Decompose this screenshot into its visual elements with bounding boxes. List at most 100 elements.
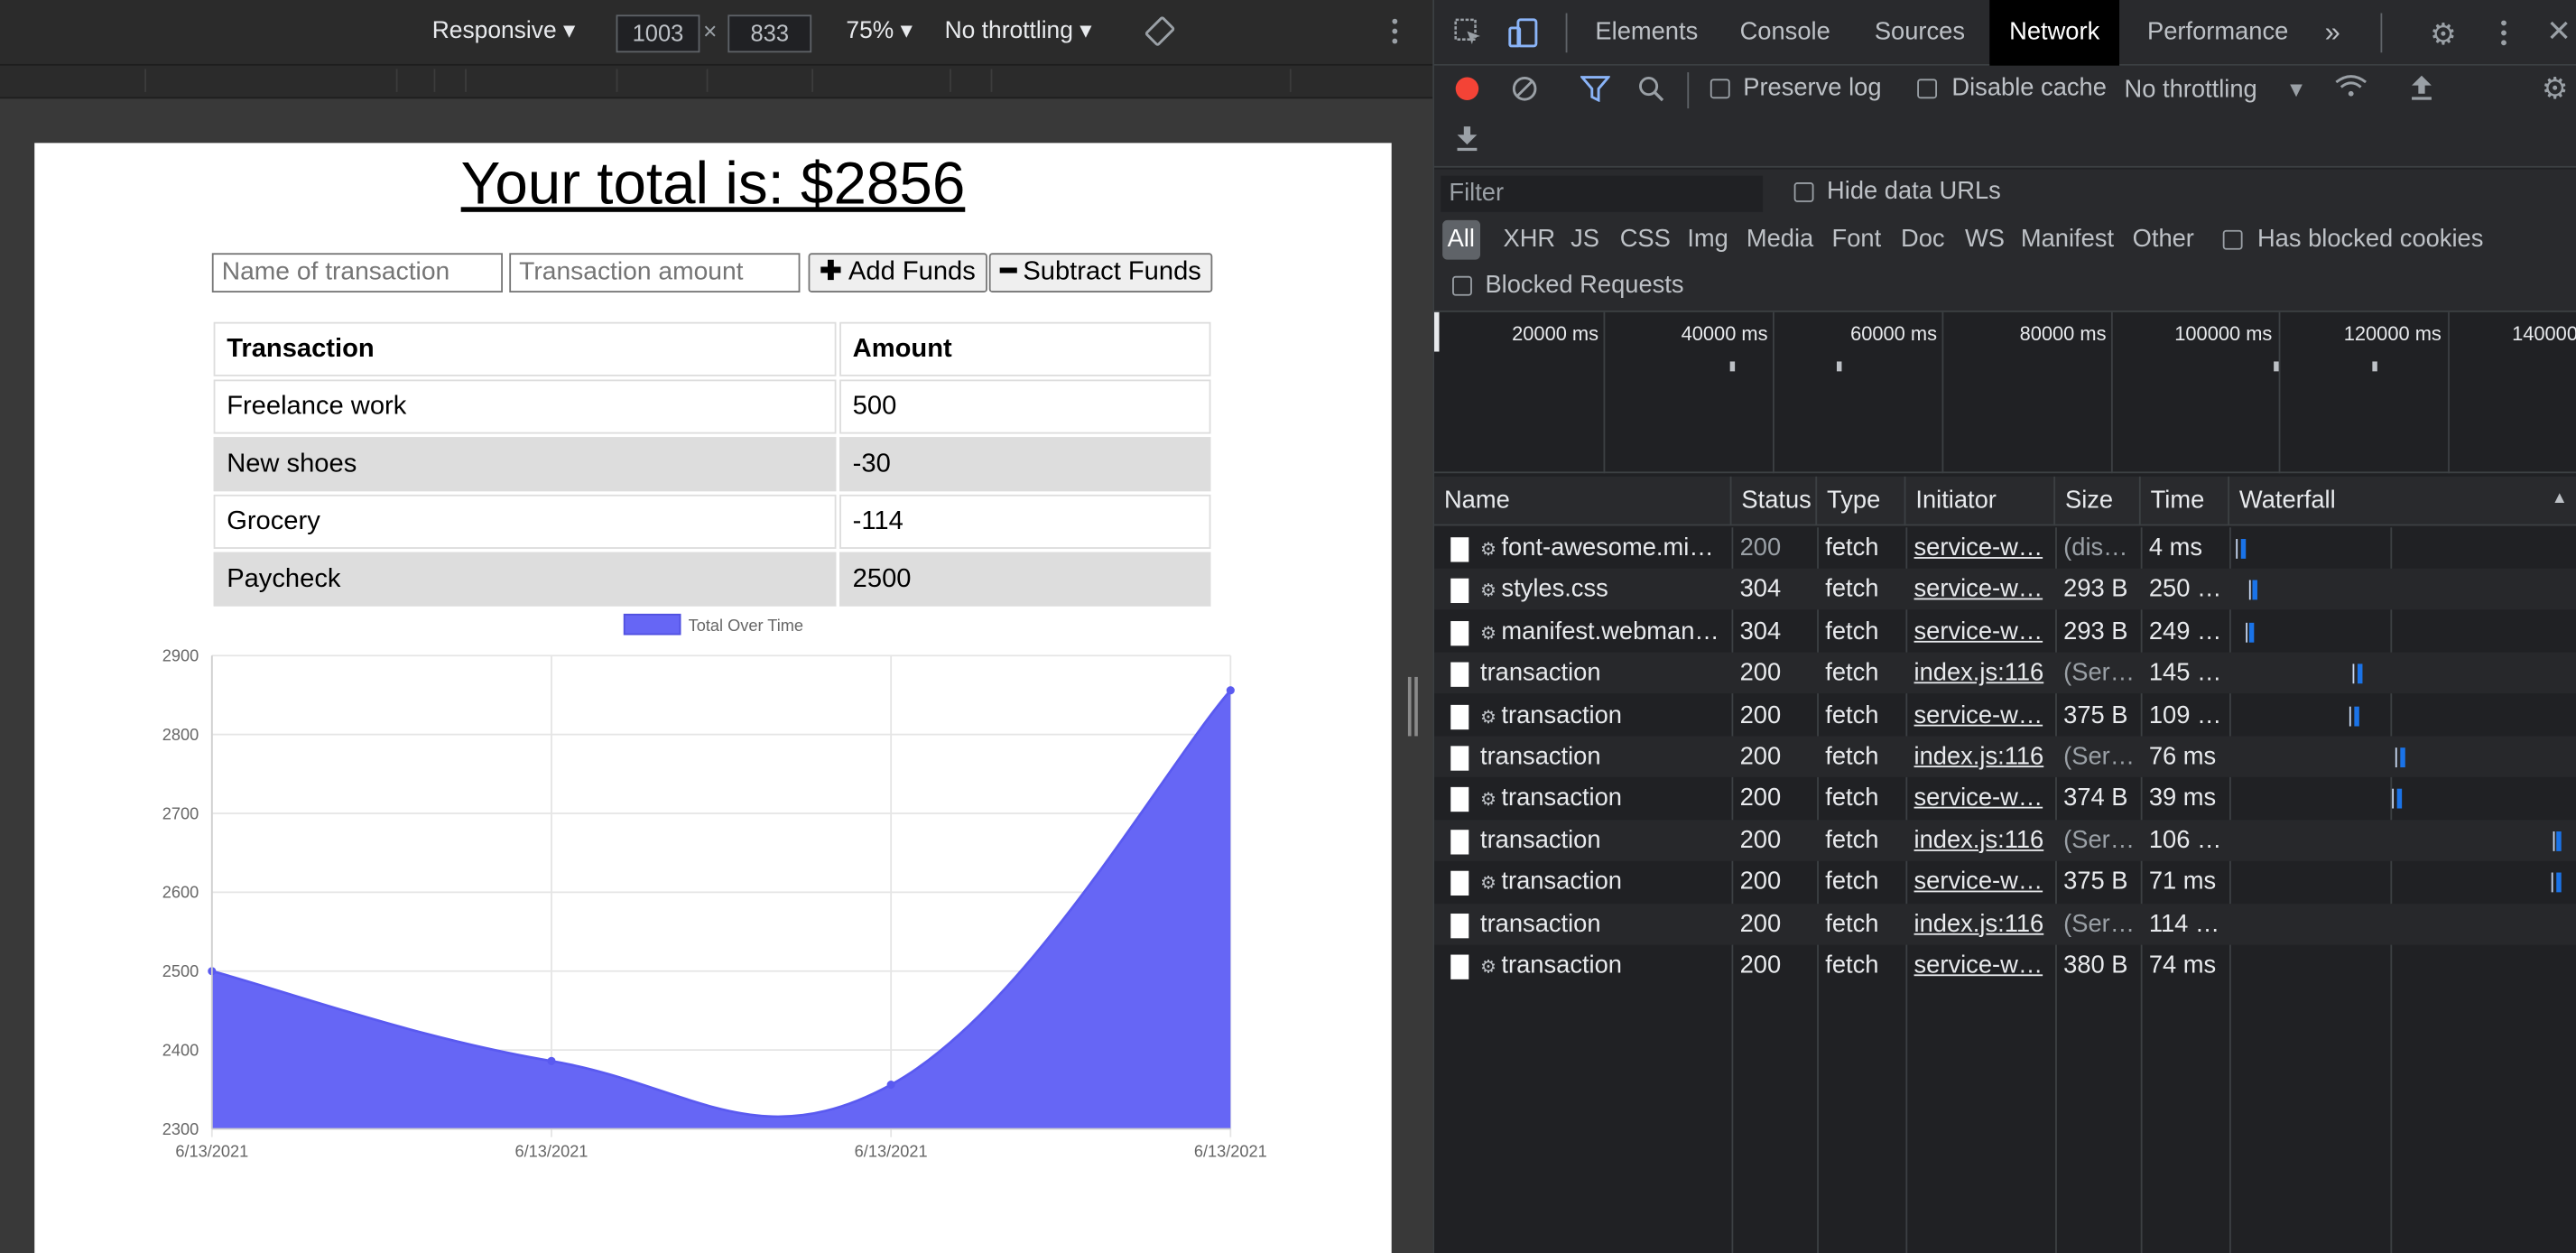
request-row[interactable]: ⚙ transaction 200 fetch service-w… 374 B 39 ms: [1434, 778, 2576, 820]
request-row[interactable]: ⚙ transaction 200 fetch service-w… 375 B 109 …: [1434, 694, 2576, 736]
column-name[interactable]: Name: [1434, 476, 1732, 526]
request-row[interactable]: transaction 200 fetch index.js:116 (Ser… 145 …: [1434, 652, 2576, 694]
request-size: (Ser…: [2063, 826, 2136, 855]
viewport-height-input[interactable]: 833: [727, 14, 812, 53]
transaction-name-input[interactable]: [211, 253, 503, 292]
request-row[interactable]: ⚙ font-awesome.mi… 200 fetch service-w… (dis……: [1434, 527, 2576, 569]
request-initiator-link[interactable]: index.js:116: [1914, 903, 2051, 944]
service-worker-gear-icon: ⚙: [1480, 540, 1496, 561]
close-icon[interactable]: ✕: [2546, 14, 2571, 49]
devtools-menu-icon[interactable]: [2499, 18, 2509, 54]
column-status[interactable]: Status: [1731, 476, 1818, 526]
preserve-log-checkbox[interactable]: [1710, 79, 1730, 99]
filter-type-manifest[interactable]: Manifest: [2021, 220, 2114, 260]
filter-type-js[interactable]: JS: [1571, 220, 1599, 260]
request-row[interactable]: transaction 200 fetch index.js:116 (Ser… 76 m…: [1434, 736, 2576, 777]
waterfall-download-bar: [2354, 705, 2359, 726]
transactions-table: Transaction Amount Freelance work 500 New…: [210, 319, 1214, 609]
network-settings-icon[interactable]: ⚙: [2542, 72, 2568, 107]
request-status: 200: [1739, 742, 1782, 771]
hide-data-urls-checkbox[interactable]: [1793, 182, 1814, 202]
filter-type-all[interactable]: All: [1442, 219, 1480, 260]
filter-type-media[interactable]: Media: [1747, 220, 1813, 260]
x-tick-label: 6/13/2021: [855, 1142, 928, 1160]
request-name-cell: ⚙ styles.css: [1480, 570, 1727, 611]
inspect-element-icon[interactable]: [1454, 18, 1484, 54]
throttling-select[interactable]: No throttling ▾: [945, 18, 1092, 44]
file-icon: [1450, 954, 1469, 979]
filter-type-xhr[interactable]: XHR: [1503, 220, 1555, 260]
tab-network[interactable]: Network: [1989, 0, 2120, 66]
search-icon[interactable]: [1638, 76, 1664, 108]
filter-type-other[interactable]: Other: [2133, 220, 2194, 260]
devtools-panel: Elements Console Sources Network Perform…: [1432, 0, 2576, 1253]
request-initiator-link[interactable]: service-w…: [1914, 694, 2051, 736]
column-time[interactable]: Time: [2141, 476, 2230, 526]
export-har-icon[interactable]: [1456, 125, 1478, 157]
viewport-resize-handle[interactable]: [1406, 676, 1420, 737]
filter-input[interactable]: Filter: [1441, 175, 1764, 212]
add-funds-button[interactable]: ✚ Add Funds: [808, 253, 987, 292]
blocked-requests-checkbox[interactable]: [1452, 275, 1472, 296]
more-tabs-icon[interactable]: »: [2325, 0, 2340, 66]
request-initiator-link[interactable]: service-w…: [1914, 778, 2051, 820]
request-initiator-link[interactable]: index.js:116: [1914, 653, 2051, 694]
overview-tick: 80000 ms: [2019, 321, 2107, 346]
disable-cache-checkbox[interactable]: [1917, 79, 1938, 99]
device-toolbar-toggle-icon[interactable]: [1506, 16, 1539, 56]
record-icon[interactable]: [1455, 77, 1479, 101]
request-row[interactable]: ⚙ transaction 200 fetch service-w… 375 B 71 ms: [1434, 861, 2576, 903]
data-point: [886, 1080, 895, 1090]
request-row[interactable]: ⚙ styles.css 304 fetch service-w… 293 B 250 …: [1434, 569, 2576, 611]
column-size[interactable]: Size: [2055, 476, 2141, 526]
overview-tick: 120000 ms: [2343, 321, 2442, 346]
filter-type-img[interactable]: Img: [1687, 220, 1728, 260]
column-type[interactable]: Type: [1817, 476, 1906, 526]
request-initiator-link[interactable]: service-w…: [1914, 570, 2051, 611]
request-initiator-link[interactable]: service-w…: [1914, 945, 2051, 987]
filter-type-doc[interactable]: Doc: [1901, 220, 1945, 260]
request-initiator-link[interactable]: service-w…: [1914, 611, 2051, 653]
has-blocked-cookies-checkbox[interactable]: [2222, 229, 2243, 250]
request-size: 375 B: [2063, 868, 2128, 896]
request-initiator-link[interactable]: index.js:116: [1914, 736, 2051, 777]
total-heading: Your total is: $2856: [460, 149, 966, 218]
file-icon: [1450, 871, 1469, 896]
filter-icon[interactable]: [1579, 76, 1612, 108]
request-row[interactable]: ⚙ transaction 200 fetch service-w… 380 B 74 ms: [1434, 945, 2576, 987]
blocked-requests-label: Blocked Requests: [1485, 271, 1684, 300]
column-waterfall[interactable]: Waterfall: [2229, 477, 2576, 526]
subtract-funds-button[interactable]: ━ Subtract Funds: [988, 253, 1213, 292]
zoom-select[interactable]: 75% ▾: [846, 18, 912, 44]
request-row[interactable]: ⚙ manifest.webman… 304 fetch service-w… 293 B…: [1434, 611, 2576, 653]
device-mode-select[interactable]: Responsive ▾: [432, 18, 575, 44]
network-throttling-select[interactable]: No throttling ▾: [2125, 74, 2303, 104]
network-overview-timeline[interactable]: 20000 ms 40000 ms 60000 ms 80000 ms 1000…: [1434, 311, 2576, 474]
request-time: 249 …: [2148, 617, 2222, 645]
tab-performance[interactable]: Performance: [2147, 0, 2288, 66]
viewport-width-input[interactable]: 1003: [616, 14, 700, 53]
row-name: Grocery: [213, 494, 837, 549]
request-initiator-link[interactable]: index.js:116: [1914, 820, 2051, 861]
file-icon: [1450, 704, 1469, 729]
column-initiator[interactable]: Initiator: [1905, 476, 2056, 526]
rotate-icon[interactable]: [1144, 16, 1175, 52]
network-conditions-icon[interactable]: [2335, 74, 2368, 107]
request-name-cell: transaction: [1480, 736, 1727, 777]
more-options-icon[interactable]: [1388, 16, 1402, 52]
request-row[interactable]: transaction 200 fetch index.js:116 (Ser… 114 …: [1434, 903, 2576, 944]
filter-type-css[interactable]: CSS: [1620, 220, 1671, 260]
file-icon: [1450, 620, 1469, 645]
import-har-icon[interactable]: [2410, 74, 2432, 107]
clear-icon[interactable]: [1512, 76, 1538, 108]
request-initiator-link[interactable]: service-w…: [1914, 861, 2051, 903]
request-initiator-link[interactable]: service-w…: [1914, 527, 2051, 569]
transaction-amount-input[interactable]: [509, 253, 801, 292]
tab-console[interactable]: Console: [1740, 0, 1830, 66]
filter-type-font[interactable]: Font: [1832, 220, 1882, 260]
tab-elements[interactable]: Elements: [1595, 0, 1698, 66]
tab-sources[interactable]: Sources: [1875, 0, 1965, 66]
filter-type-ws[interactable]: WS: [1965, 220, 2005, 260]
settings-gear-icon[interactable]: ⚙: [2430, 18, 2456, 52]
request-row[interactable]: transaction 200 fetch index.js:116 (Ser… 106 …: [1434, 819, 2576, 861]
